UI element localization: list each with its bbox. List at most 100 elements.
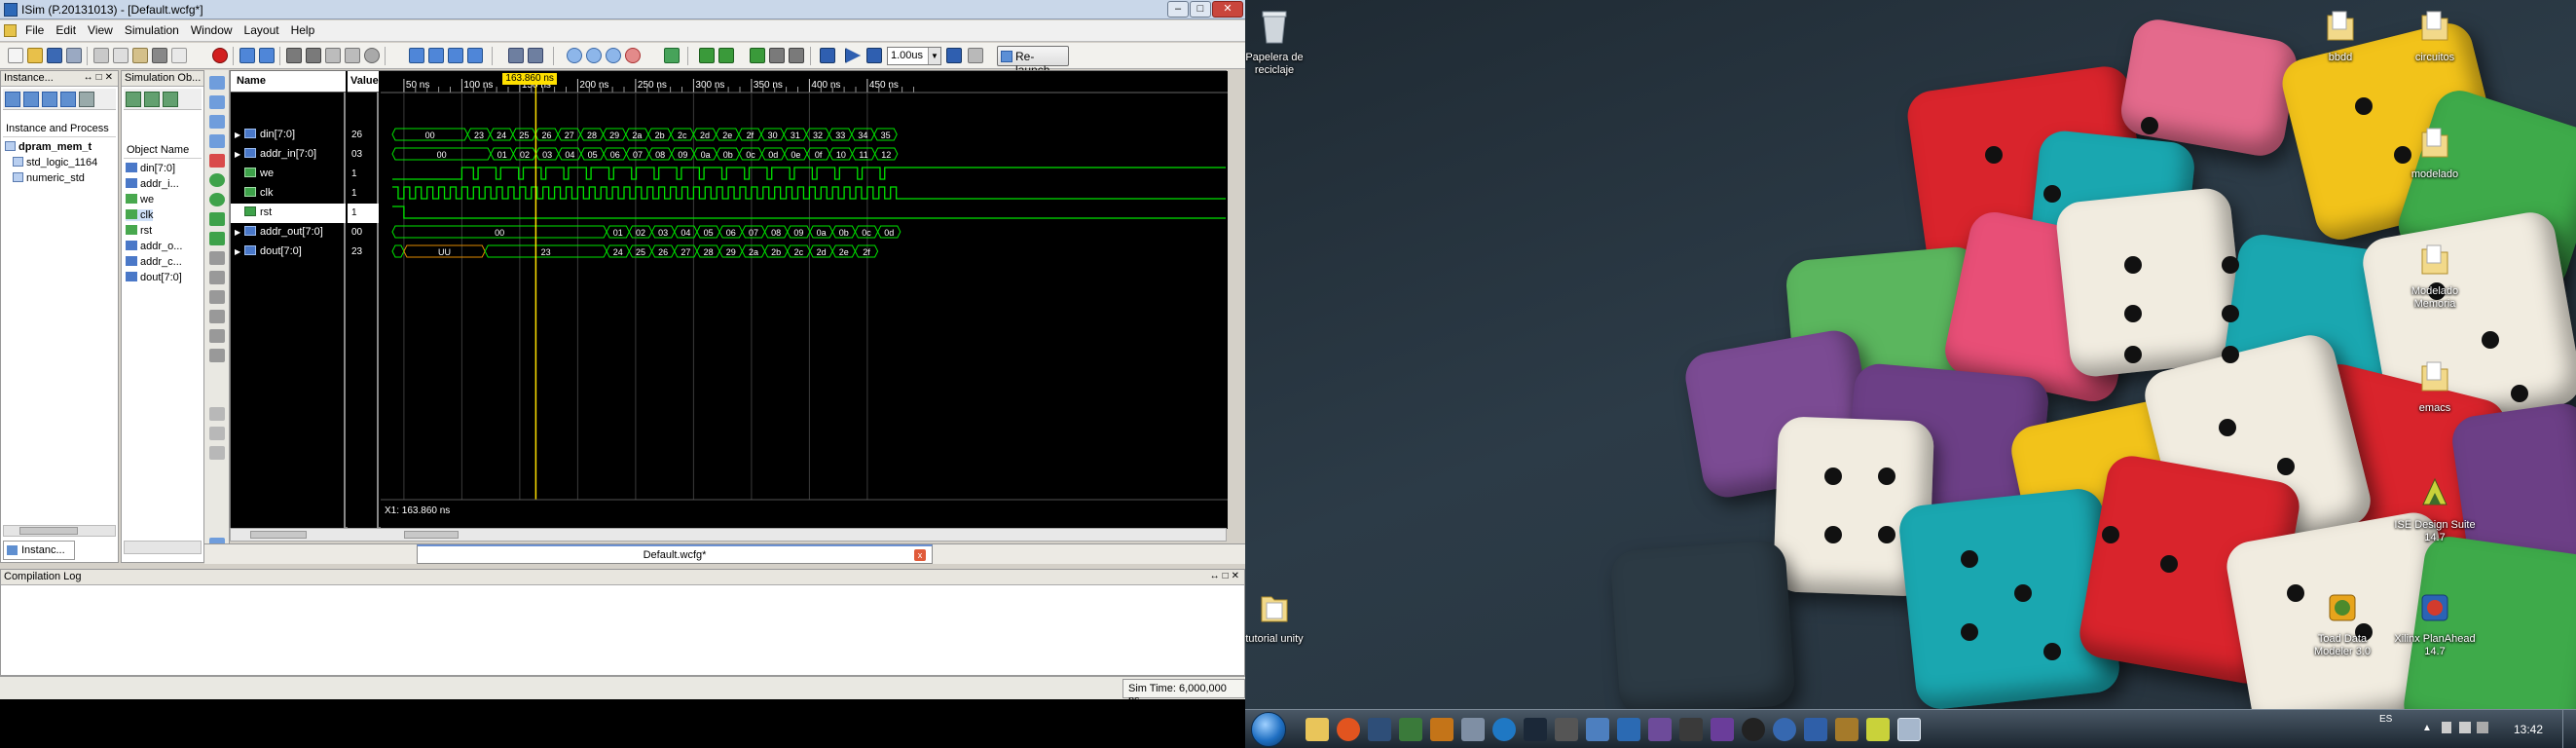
instance-tool-icon[interactable] xyxy=(5,92,20,107)
app-taskbar-icon[interactable] xyxy=(1586,718,1609,741)
arrow-down-icon[interactable] xyxy=(325,48,341,63)
app-taskbar-icon[interactable] xyxy=(1804,718,1827,741)
go-to-end-icon[interactable] xyxy=(209,193,225,206)
open-icon[interactable] xyxy=(27,48,43,63)
zoom-out-icon[interactable] xyxy=(586,48,602,63)
menu-edit[interactable]: Edit xyxy=(50,20,82,40)
run-all-icon[interactable] xyxy=(845,48,861,63)
new-icon[interactable] xyxy=(8,48,23,63)
desktop-icon-tutorial-unity[interactable]: tutorial unity xyxy=(1245,589,1315,646)
cursor-icon[interactable] xyxy=(209,329,225,343)
prev-transition-icon[interactable] xyxy=(699,48,715,63)
grid-icon[interactable] xyxy=(209,349,225,362)
window-cascade-icon[interactable] xyxy=(428,48,444,63)
desktop-icon-toad[interactable]: Toad Data Modeler 3.0 xyxy=(2301,589,2383,658)
signal-row-din[interactable]: ▶ din[7:0] xyxy=(231,126,346,145)
menu-help[interactable]: Help xyxy=(285,20,321,40)
find-icon[interactable] xyxy=(286,48,302,63)
step-icon[interactable] xyxy=(946,48,962,63)
zoom-in-icon[interactable] xyxy=(209,76,225,90)
visual-studio-taskbar-icon[interactable] xyxy=(1368,718,1391,741)
properties-icon[interactable] xyxy=(508,48,524,63)
window-horizontal-icon[interactable] xyxy=(448,48,463,63)
config-icon[interactable] xyxy=(209,427,225,440)
zoom-cursor-icon[interactable] xyxy=(625,48,641,63)
waveform-area[interactable]: 50 ns 100 ns 150 ns 200 ns 250 ns 300 ns 350 n… xyxy=(381,71,1228,529)
object-item-selected[interactable]: clk xyxy=(126,209,154,221)
menu-layout[interactable]: Layout xyxy=(239,20,285,40)
paste-icon[interactable] xyxy=(132,48,148,63)
object-item[interactable]: addr_c... xyxy=(126,256,182,268)
clear-icon[interactable] xyxy=(364,48,380,63)
object-item[interactable]: dout[7:0] xyxy=(126,272,182,283)
close-button[interactable]: ✕ xyxy=(1212,1,1243,18)
run-for-icon[interactable] xyxy=(866,48,882,63)
zoom-fit-icon[interactable] xyxy=(209,115,225,129)
maximize-button[interactable]: □ xyxy=(1190,1,1211,18)
tab-default-wcfg[interactable]: Default.wcfg* x xyxy=(417,544,933,564)
network-icon[interactable] xyxy=(2442,722,2451,733)
steam-taskbar-icon[interactable] xyxy=(1524,718,1547,741)
prev-marker-icon[interactable] xyxy=(769,48,785,63)
desktop-icon-modelado[interactable]: modelado xyxy=(2394,125,2476,181)
object-item[interactable]: din[7:0] xyxy=(126,163,175,174)
signal-row-clk[interactable]: clk xyxy=(231,184,346,204)
menu-view[interactable]: View xyxy=(82,20,119,40)
desktop-icon-emacs[interactable]: emacs xyxy=(2394,358,2476,415)
scroll-thumb[interactable] xyxy=(250,531,307,539)
tray-app-icon[interactable] xyxy=(2477,722,2488,733)
next-marker-icon[interactable] xyxy=(209,251,225,265)
swap-icon[interactable] xyxy=(209,271,225,284)
app-taskbar-icon[interactable] xyxy=(1742,718,1765,741)
app-taskbar-icon[interactable] xyxy=(1648,718,1672,741)
floating-icon[interactable] xyxy=(209,310,225,323)
run-time-input[interactable]: 1.00us ▼ xyxy=(887,47,941,65)
save-wave-icon[interactable] xyxy=(209,407,225,421)
desktop-icon-recycle-bin[interactable]: Papelera de reciclaje xyxy=(1245,8,1315,77)
zoom-in-icon[interactable] xyxy=(567,48,582,63)
object-tool-icon[interactable] xyxy=(144,92,160,107)
help-icon[interactable] xyxy=(528,48,543,63)
object-tool-icon[interactable] xyxy=(163,92,178,107)
window-tile-icon[interactable] xyxy=(409,48,424,63)
isim-taskbar-icon-active[interactable] xyxy=(1897,718,1921,741)
menu-file[interactable]: File xyxy=(19,20,50,40)
app-taskbar-icon[interactable] xyxy=(1399,718,1422,741)
instance-hscroll[interactable] xyxy=(3,525,116,537)
undo-icon[interactable] xyxy=(239,48,255,63)
list-icon[interactable] xyxy=(209,446,225,460)
explorer-taskbar-icon[interactable] xyxy=(1306,718,1329,741)
break-icon[interactable] xyxy=(968,48,983,63)
menu-simulation[interactable]: Simulation xyxy=(119,20,185,40)
restart-icon[interactable] xyxy=(820,48,835,63)
tab-instances[interactable]: Instanc... xyxy=(3,541,75,560)
panel-controls[interactable]: ↔□✕ xyxy=(1210,571,1242,581)
desktop-icon-ise[interactable]: ISE Design Suite 14.7 xyxy=(2394,475,2476,544)
next-transition-icon[interactable] xyxy=(718,48,734,63)
stop-icon[interactable] xyxy=(212,48,228,63)
chevron-down-icon[interactable]: ▼ xyxy=(928,48,940,64)
save-icon[interactable] xyxy=(47,48,62,63)
instance-item-numeric-std[interactable]: numeric_std xyxy=(13,172,85,184)
firefox-taskbar-icon[interactable] xyxy=(1337,718,1360,741)
go-to-start-icon[interactable] xyxy=(209,173,225,187)
copy-icon[interactable] xyxy=(113,48,129,63)
desktop-icon-modelado-memoria[interactable]: Modelado Memoria xyxy=(2394,242,2476,311)
expand-arrow-icon[interactable]: ▶ xyxy=(235,150,244,159)
next-marker-icon[interactable] xyxy=(789,48,804,63)
tray-arrow-icon[interactable]: ▲ xyxy=(2422,723,2432,733)
print-icon[interactable] xyxy=(66,48,82,63)
expand-arrow-icon[interactable]: ▶ xyxy=(235,228,244,237)
zoom-fit-icon[interactable] xyxy=(606,48,621,63)
minimize-button[interactable]: – xyxy=(1167,1,1189,18)
expand-arrow-icon[interactable]: ▶ xyxy=(235,131,244,139)
app-taskbar-icon[interactable] xyxy=(1835,718,1858,741)
signal-row-addr-out[interactable]: ▶ addr_out[7:0] xyxy=(231,223,346,243)
signal-row-addr-in[interactable]: ▶ addr_in[7:0] xyxy=(231,145,346,165)
language-indicator[interactable]: ES xyxy=(2379,714,2392,725)
instance-item-dpram[interactable]: dpram_mem_t xyxy=(5,141,92,153)
window-vertical-icon[interactable] xyxy=(467,48,483,63)
signal-row-rst-selected[interactable]: rst xyxy=(231,204,346,223)
snap-icon[interactable] xyxy=(209,290,225,304)
app-taskbar-icon[interactable] xyxy=(1461,718,1485,741)
